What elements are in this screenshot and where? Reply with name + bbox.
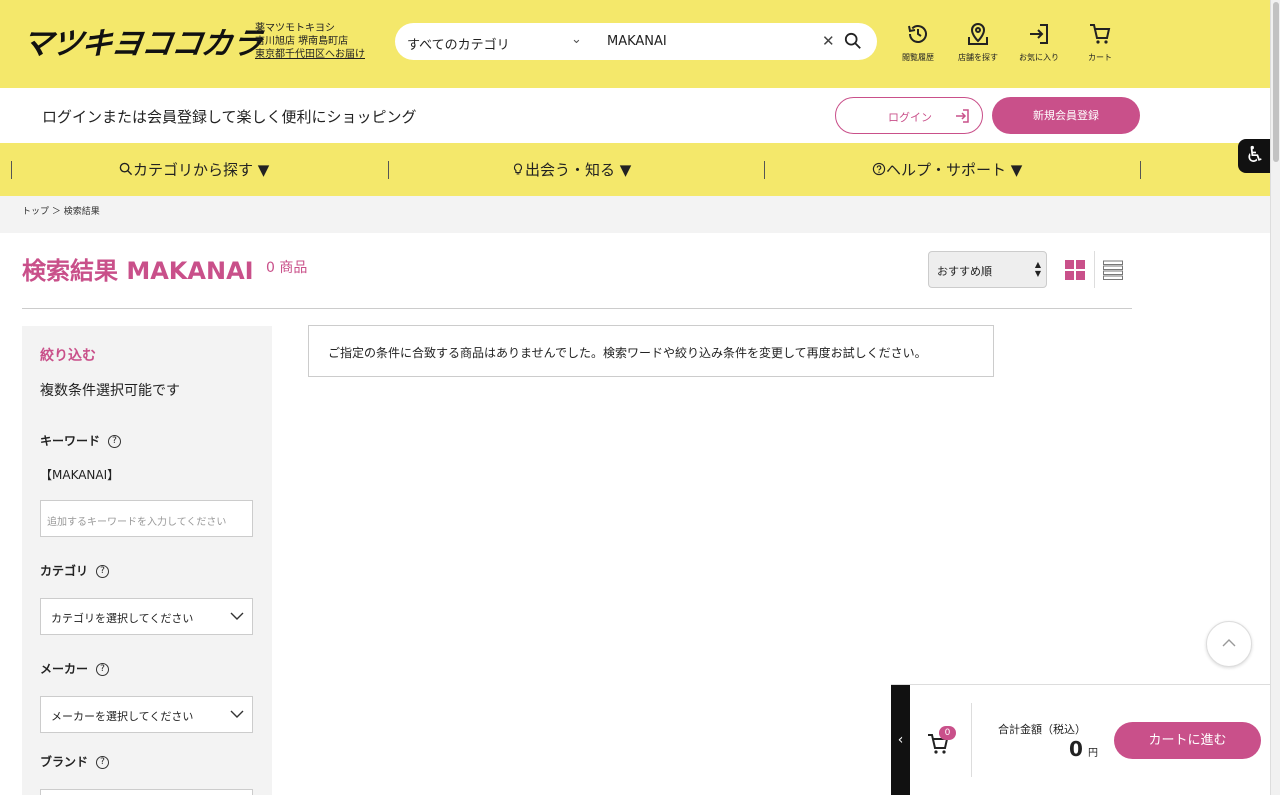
search-icon [119, 162, 133, 176]
cart-currency: 円 [1088, 748, 1098, 759]
store-locator-icon [968, 22, 988, 45]
help-circle-icon [872, 162, 886, 176]
checkout-button[interactable]: カートに進む [1114, 722, 1261, 759]
category-filter-select[interactable]: カテゴリを選択してください [40, 598, 253, 635]
brand-label: ブランド? [40, 753, 110, 770]
brand-filter-select[interactable] [40, 789, 253, 795]
history-icon [908, 25, 927, 43]
maker-filter-placeholder: メーカーを選択してください [51, 710, 194, 723]
breadcrumb-current: 検索結果 [63, 207, 100, 217]
history-label: 閲覧履歴 [902, 53, 934, 62]
help-icon[interactable]: ? [96, 663, 110, 676]
login-bar: ログインまたは会員登録して楽しく便利にショッピング ログイン 新規会員登録 [0, 88, 1270, 143]
cart-icon [1090, 24, 1111, 44]
cart-count-badge: 0 [939, 726, 956, 740]
brand-label-text: ブランド [40, 755, 89, 769]
clear-icon[interactable]: ✕ [822, 32, 835, 50]
favorites-icon [1030, 24, 1048, 44]
cart-total-label: 合計金額（税込） [998, 723, 1086, 736]
nav-item-help[interactable]: ヘルプ・サポート ▼ [872, 159, 1022, 180]
breadcrumb-trail: トップ ＞ 検索結果 [22, 204, 100, 217]
chevron-down-icon [230, 612, 244, 620]
maker-label: メーカー? [40, 660, 110, 677]
view-divider [1094, 251, 1095, 288]
login-icon [956, 109, 969, 123]
nav-divider [11, 161, 12, 179]
history-button[interactable]: 閲覧履歴 [895, 22, 941, 63]
store-locator-button[interactable]: 店舗を探す [955, 22, 1001, 63]
divider [22, 308, 1132, 309]
store-brand: 薬マツモトキヨシ [255, 23, 335, 34]
accessibility-icon[interactable]: ♿ [1238, 139, 1272, 173]
nav-divider [1140, 161, 1141, 179]
logo[interactable]: マツキヨココカラ [19, 18, 265, 63]
nav-divider [764, 161, 765, 179]
filter-heading: 絞り込む [40, 348, 96, 364]
scrollbar[interactable] [1270, 0, 1280, 795]
favorites-label: お気に入り [1019, 53, 1059, 62]
keyword-value: 【MAKANAI】 [40, 468, 120, 482]
nav-item-discover[interactable]: 出会う・知る ▼ [511, 159, 631, 180]
back-to-top-button[interactable] [1206, 621, 1252, 667]
nav-item-label: カテゴリから探す ▼ [133, 161, 270, 179]
help-icon[interactable]: ? [96, 756, 110, 769]
nav-divider [388, 161, 389, 179]
main-nav: カテゴリから探す ▼ 出会う・知る ▼ ヘルプ・サポート ▼ [0, 143, 1270, 196]
cart-total-amount: 0 [1069, 737, 1083, 761]
chevron-up-icon [1222, 639, 1236, 647]
category-label: カテゴリ? [40, 562, 110, 579]
list-view-icon[interactable] [1103, 260, 1123, 280]
chevron-down-icon [230, 710, 244, 718]
filter-subheading: 複数条件選択可能です [40, 383, 180, 399]
maker-label-text: メーカー [40, 662, 89, 676]
sort-select[interactable]: おすすめ順 ▲ ▼ [928, 251, 1047, 288]
nav-item-label: ヘルプ・サポート ▼ [886, 161, 1023, 179]
header: マツキヨココカラ 薬マツモトキヨシ 吉川旭店 堺南島町店 東京都千代田区へお届け… [0, 0, 1270, 88]
filter-sidebar: 絞り込む 複数条件選択可能です キーワード? 【MAKANAI】 追加するキーワ… [22, 326, 272, 795]
panel-collapse-tab[interactable]: ‹ [891, 685, 910, 795]
category-filter-placeholder: カテゴリを選択してください [51, 612, 194, 625]
login-button-label: ログイン [888, 111, 932, 124]
cart-summary-panel: ‹ 0 合計金額（税込） 0 円 カートに進む [891, 684, 1270, 795]
help-icon[interactable]: ? [108, 435, 122, 448]
sort-value: おすすめ順 [937, 265, 992, 278]
maker-filter-select[interactable]: メーカーを選択してください [40, 696, 253, 733]
keyword-input[interactable]: 追加するキーワードを入力してください [40, 500, 253, 537]
cart-label: カート [1088, 53, 1112, 62]
keyword-label: キーワード? [40, 432, 122, 449]
chevron-down-icon[interactable]: ⌄ [571, 32, 582, 47]
search-icon[interactable] [844, 32, 862, 50]
page-title: 検索結果 MAKANAI [22, 257, 254, 285]
store-name: 吉川旭店 堺南島町店 [255, 36, 349, 47]
no-results-notice: ご指定の条件に合致する商品はありませんでした。検索ワードや絞り込み条件を変更して… [308, 325, 994, 377]
breadcrumb-separator: ＞ [51, 207, 61, 217]
store-info[interactable]: 薬マツモトキヨシ 吉川旭店 堺南島町店 東京都千代田区へお届け [255, 22, 365, 61]
search-bar: すべてのカテゴリ ⌄ MAKANAI ✕ [395, 23, 877, 60]
store-locator-label: 店舗を探す [958, 53, 998, 62]
scrollbar-thumb[interactable] [1273, 2, 1279, 162]
login-button[interactable]: ログイン [835, 97, 983, 134]
favorites-button[interactable]: お気に入り [1016, 22, 1062, 63]
login-message: ログインまたは会員登録して楽しく便利にショッピング [42, 108, 417, 126]
register-button[interactable]: 新規会員登録 [992, 97, 1140, 134]
grid-view-icon[interactable] [1065, 260, 1085, 280]
sort-arrows-icon: ▲ ▼ [1034, 260, 1041, 278]
nav-item-label: 出会う・知る ▼ [525, 161, 632, 179]
breadcrumb-home[interactable]: トップ [22, 207, 49, 217]
nav-item-categories[interactable]: カテゴリから探す ▼ [119, 159, 269, 180]
search-input[interactable]: MAKANAI [607, 34, 667, 49]
category-label-text: カテゴリ [40, 564, 89, 578]
help-icon[interactable]: ? [96, 565, 110, 578]
result-count: 0 商品 [266, 260, 308, 276]
cart-button[interactable]: カート [1077, 22, 1123, 63]
cart-divider [971, 703, 972, 777]
keyword-label-text: キーワード [40, 434, 101, 448]
page: マツキヨココカラ 薬マツモトキヨシ 吉川旭店 堺南島町店 東京都千代田区へお届け… [0, 0, 1280, 795]
breadcrumb: トップ ＞ 検索結果 [0, 196, 1270, 233]
category-select[interactable]: すべてのカテゴリ [407, 34, 510, 53]
lightbulb-icon [513, 163, 523, 175]
store-delivery-link[interactable]: 東京都千代田区へお届け [255, 48, 365, 61]
